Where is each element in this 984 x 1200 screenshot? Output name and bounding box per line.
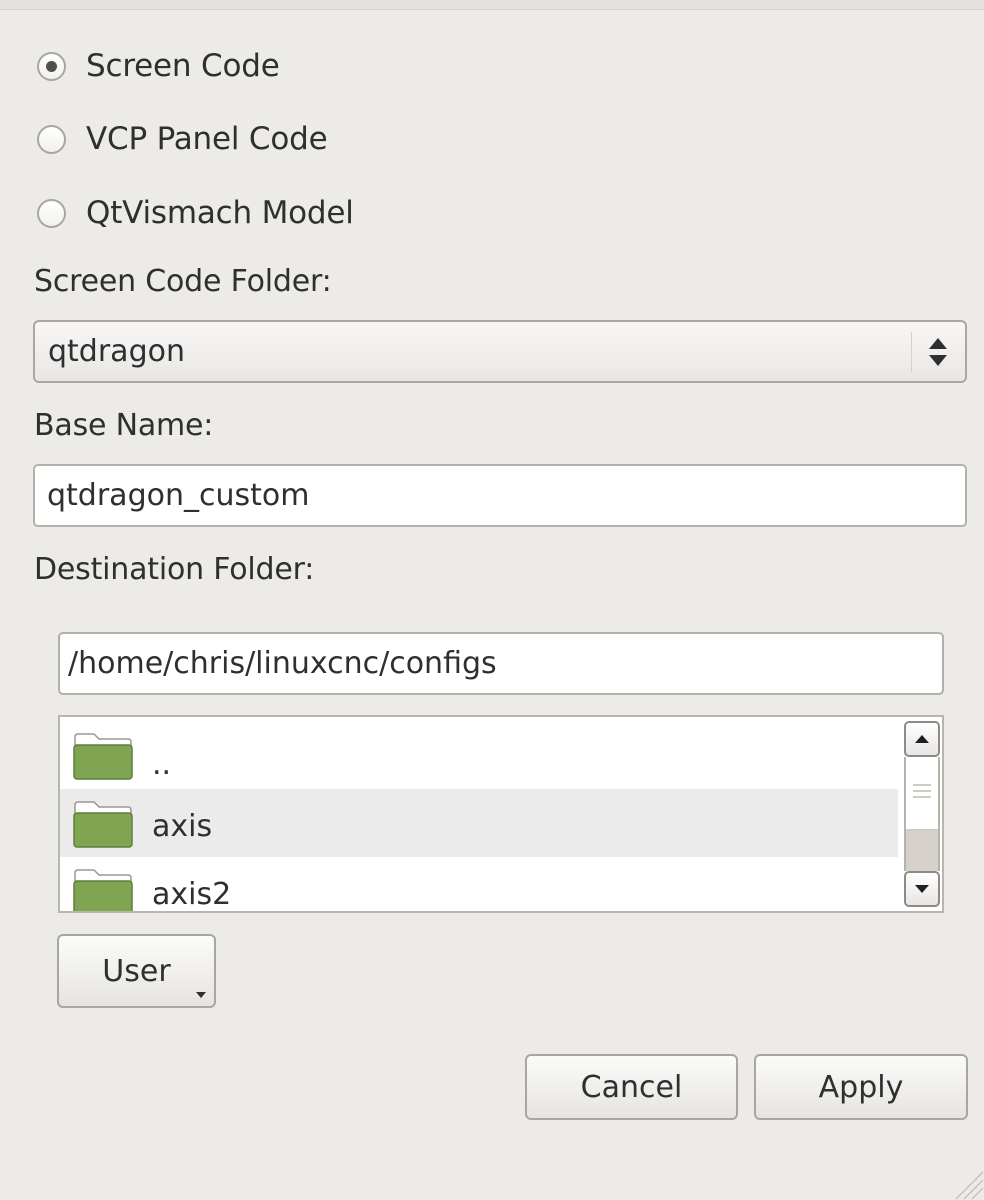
scroll-track-lower[interactable] [906, 831, 938, 871]
scroll-down-button[interactable] [904, 871, 940, 907]
radio-label: VCP Panel Code [86, 121, 328, 157]
destination-path-value: /home/chris/linuxcnc/configs [68, 646, 497, 681]
screen-code-folder-label: Screen Code Folder: [34, 264, 332, 299]
destination-folder-label: Destination Folder: [34, 552, 315, 587]
folder-icon [73, 869, 133, 911]
screen-code-folder-select[interactable]: qtdragon [33, 320, 967, 383]
destination-path-input[interactable]: /home/chris/linuxcnc/configs [58, 632, 944, 695]
list-item-label: .. [152, 747, 172, 782]
radio-vcp-panel-code[interactable]: VCP Panel Code [37, 117, 328, 161]
dropdown-arrow-icon [196, 992, 206, 998]
up-down-arrows-icon [929, 338, 947, 366]
apply-button-label: Apply [818, 1069, 904, 1105]
base-name-label: Base Name: [34, 408, 214, 443]
radio-button[interactable] [37, 51, 66, 81]
arrow-down-icon [915, 885, 929, 893]
radio-button[interactable] [37, 124, 66, 154]
radio-label: QtVismach Model [86, 195, 354, 231]
resize-grip-icon[interactable] [950, 1166, 984, 1200]
list-item[interactable]: axis [60, 789, 898, 857]
grip-line [913, 796, 931, 798]
base-name-value: qtdragon_custom [47, 478, 310, 513]
list-item[interactable]: axis2 [60, 857, 898, 912]
user-button-label: User [102, 953, 171, 989]
scroll-track[interactable] [904, 757, 940, 871]
folder-icon [73, 801, 133, 848]
radio-label: Screen Code [86, 48, 280, 84]
user-button[interactable]: User [57, 934, 216, 1008]
arrow-up-icon [915, 735, 929, 743]
grip-line [913, 784, 931, 786]
screen-code-folder-value: qtdragon [48, 334, 185, 369]
apply-button[interactable]: Apply [754, 1054, 968, 1120]
radio-selected-dot [46, 60, 57, 72]
scroll-thumb[interactable] [906, 757, 938, 831]
list-item-label: axis [152, 809, 213, 844]
cancel-button-label: Cancel [580, 1069, 683, 1105]
list-item[interactable]: .. [60, 721, 898, 789]
vertical-scrollbar[interactable] [904, 721, 940, 907]
folder-icon [73, 733, 133, 780]
base-name-input[interactable]: qtdragon_custom [33, 464, 967, 527]
top-border [0, 0, 984, 10]
folder-list[interactable]: .. axis axis2 [58, 715, 944, 913]
radio-screen-code[interactable]: Screen Code [37, 44, 280, 88]
combo-separator [911, 332, 912, 372]
list-item-label: axis2 [152, 877, 232, 912]
grip-line [913, 790, 931, 792]
radio-button[interactable] [37, 198, 66, 228]
scroll-up-button[interactable] [904, 721, 940, 757]
radio-qtvismach-model[interactable]: QtVismach Model [37, 191, 354, 235]
cancel-button[interactable]: Cancel [525, 1054, 738, 1120]
